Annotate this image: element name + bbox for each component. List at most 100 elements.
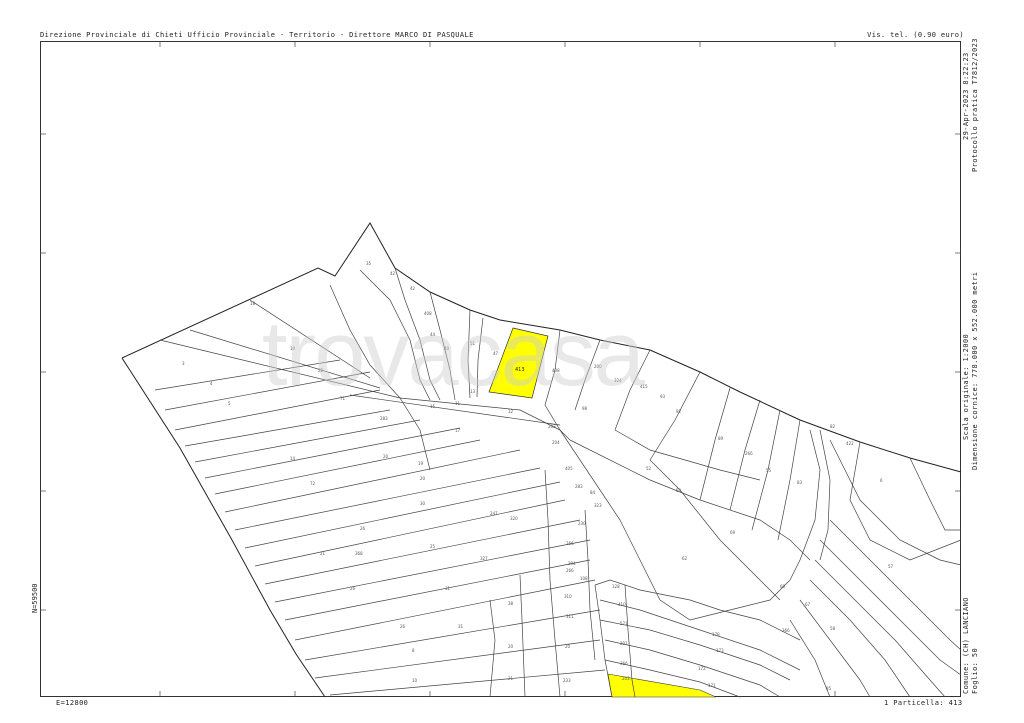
svg-text:82: 82 xyxy=(830,424,836,429)
svg-text:93: 93 xyxy=(660,394,666,399)
svg-text:30: 30 xyxy=(420,501,426,506)
svg-text:283: 283 xyxy=(380,416,388,421)
svg-text:51: 51 xyxy=(470,341,476,346)
svg-text:247: 247 xyxy=(490,511,498,516)
svg-text:57: 57 xyxy=(888,564,894,569)
svg-text:20: 20 xyxy=(420,476,426,481)
svg-text:52: 52 xyxy=(646,466,652,471)
svg-text:55: 55 xyxy=(766,468,772,473)
svg-text:10: 10 xyxy=(412,678,418,683)
svg-text:60: 60 xyxy=(780,584,786,589)
side-date: 29-Apr-2023 8:22:23 xyxy=(962,52,970,140)
svg-text:173: 173 xyxy=(716,648,724,653)
svg-text:11: 11 xyxy=(455,401,461,406)
svg-text:203: 203 xyxy=(622,676,630,681)
svg-text:204: 204 xyxy=(552,440,560,445)
svg-text:26: 26 xyxy=(360,526,366,531)
svg-text:18: 18 xyxy=(250,301,256,306)
svg-text:128: 128 xyxy=(612,584,620,589)
coordinate-north: N=59500 xyxy=(31,583,39,613)
svg-text:230: 230 xyxy=(578,521,586,526)
svg-text:327: 327 xyxy=(480,556,488,561)
svg-text:6: 6 xyxy=(880,478,883,483)
svg-text:203: 203 xyxy=(548,424,556,429)
cadastral-map: 413 3 4 5 18 10 22 71 35 42 42 408 44 40 51 47 283… xyxy=(40,41,962,698)
svg-text:19: 19 xyxy=(418,461,424,466)
svg-text:323: 323 xyxy=(594,503,602,508)
svg-text:83: 83 xyxy=(797,480,803,485)
footer-coordinate-east: E=12800 xyxy=(56,699,89,707)
svg-text:50: 50 xyxy=(676,488,682,493)
svg-text:405: 405 xyxy=(565,466,573,471)
svg-text:31: 31 xyxy=(445,586,451,591)
svg-text:10: 10 xyxy=(290,346,296,351)
svg-text:67: 67 xyxy=(805,602,811,607)
svg-text:324: 324 xyxy=(614,378,622,383)
svg-text:521: 521 xyxy=(620,621,628,626)
svg-text:40: 40 xyxy=(444,346,450,351)
svg-text:31: 31 xyxy=(458,624,464,629)
svg-text:42: 42 xyxy=(410,286,416,291)
svg-text:22: 22 xyxy=(318,368,324,373)
svg-text:422: 422 xyxy=(846,441,854,446)
svg-text:26: 26 xyxy=(350,586,356,591)
svg-text:283: 283 xyxy=(575,484,583,489)
svg-text:310: 310 xyxy=(564,594,572,599)
svg-text:408: 408 xyxy=(552,368,560,373)
svg-text:85: 85 xyxy=(826,686,832,691)
svg-text:266: 266 xyxy=(566,568,574,573)
svg-text:8: 8 xyxy=(412,648,415,653)
svg-text:408: 408 xyxy=(424,311,432,316)
svg-text:172: 172 xyxy=(698,666,706,671)
svg-text:47: 47 xyxy=(493,351,499,356)
svg-text:266: 266 xyxy=(566,541,574,546)
side-comune: Comune: (CH) LANCIANO xyxy=(962,597,970,694)
side-foglio: Foglio: 50 xyxy=(971,647,979,694)
svg-text:294: 294 xyxy=(568,561,576,566)
svg-text:20: 20 xyxy=(565,644,571,649)
side-protocol: Protocollo pratica T7812/2023 xyxy=(971,38,979,172)
svg-text:108: 108 xyxy=(580,576,588,581)
svg-text:12: 12 xyxy=(508,409,514,414)
svg-text:14: 14 xyxy=(290,456,296,461)
svg-text:233: 233 xyxy=(563,678,571,683)
svg-text:92: 92 xyxy=(676,409,682,414)
svg-text:58: 58 xyxy=(830,626,836,631)
footer-parcel: 1 Particella: 413 xyxy=(884,699,963,707)
svg-text:71: 71 xyxy=(340,396,346,401)
svg-text:4: 4 xyxy=(210,381,213,386)
svg-text:413: 413 xyxy=(515,367,525,373)
svg-text:200: 200 xyxy=(594,364,602,369)
svg-text:178: 178 xyxy=(712,632,720,637)
svg-text:35: 35 xyxy=(366,261,372,266)
svg-text:13: 13 xyxy=(470,389,476,394)
svg-text:20: 20 xyxy=(508,644,514,649)
svg-text:266: 266 xyxy=(745,451,753,456)
svg-text:21: 21 xyxy=(508,676,514,681)
side-scale: Scala originale: 1:2000 xyxy=(962,333,970,440)
svg-text:42: 42 xyxy=(390,271,396,276)
svg-text:25: 25 xyxy=(430,544,436,549)
svg-text:5: 5 xyxy=(228,401,231,406)
svg-text:89: 89 xyxy=(718,436,724,441)
parcel-lines xyxy=(154,267,962,698)
svg-text:69: 69 xyxy=(730,530,736,535)
svg-text:72: 72 xyxy=(310,481,316,486)
svg-text:171: 171 xyxy=(708,683,716,688)
svg-text:21: 21 xyxy=(320,551,326,556)
svg-text:38: 38 xyxy=(508,601,514,606)
svg-text:15: 15 xyxy=(430,404,436,409)
side-dimension: Dimensione cornice: 778.000 x 552.000 me… xyxy=(971,271,979,470)
outer-boundary-left xyxy=(121,357,326,698)
svg-text:62: 62 xyxy=(682,556,688,561)
svg-text:98: 98 xyxy=(582,406,588,411)
svg-text:84: 84 xyxy=(590,490,596,495)
highlighted-parcel-413 xyxy=(488,327,549,399)
svg-text:320: 320 xyxy=(510,516,518,521)
svg-text:410: 410 xyxy=(618,602,626,607)
svg-text:368: 368 xyxy=(355,551,363,556)
svg-text:26: 26 xyxy=(400,624,406,629)
svg-text:366: 366 xyxy=(620,661,628,666)
svg-text:201: 201 xyxy=(620,641,628,646)
svg-text:366: 366 xyxy=(782,628,790,633)
